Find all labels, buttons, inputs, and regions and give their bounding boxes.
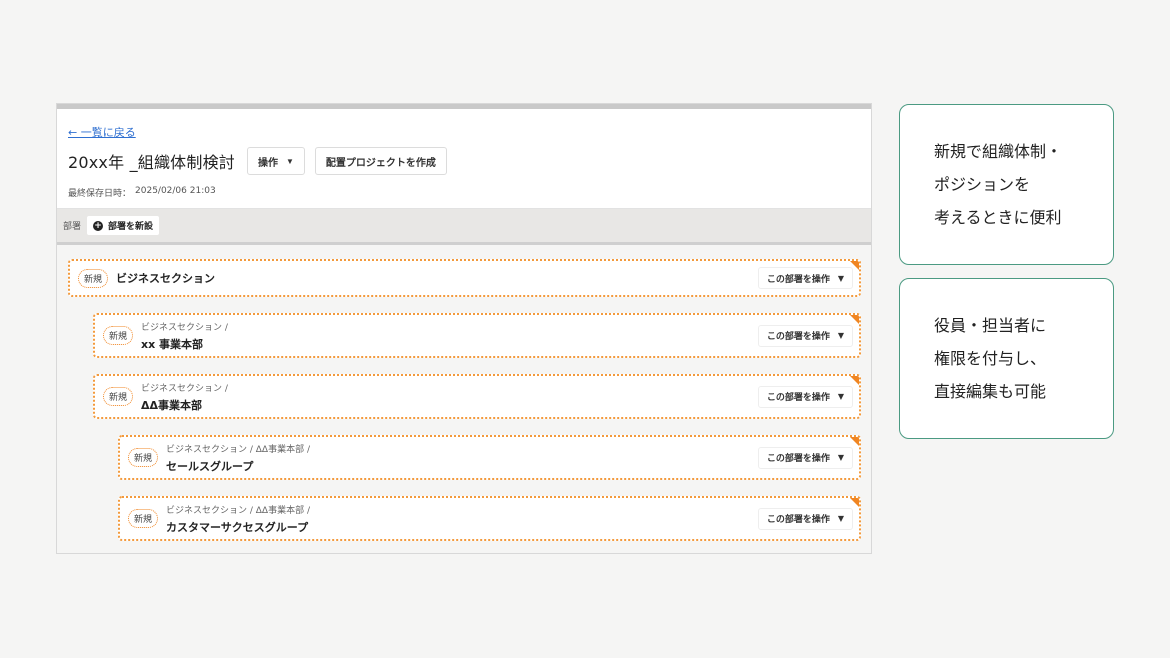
last-saved: 最終保存日時： 2025/02/06 21:03 bbox=[68, 186, 860, 199]
title-row: 20xx年 _組織体制検討 操作 ▼ 配置プロジェクトを作成 bbox=[68, 146, 860, 176]
caret-down-icon: ▼ bbox=[837, 331, 844, 340]
department-name: xx 事業本部 bbox=[141, 337, 204, 351]
corner-marker bbox=[850, 437, 859, 446]
new-badge: 新規 bbox=[78, 268, 109, 288]
last-saved-value: 2025/02/06 21:03 bbox=[135, 186, 216, 196]
department-action-button[interactable]: この部署を操作 ▼ bbox=[757, 446, 853, 469]
create-project-button[interactable]: 配置プロジェクトを作成 bbox=[314, 147, 447, 175]
caret-down-icon: ▼ bbox=[285, 156, 294, 166]
department-breadcrumb: ビジネスセクション / ΔΔ事業本部 / bbox=[166, 444, 310, 455]
feature-text: 新規で組織体制・ ポジションを 考えるときに便利 bbox=[934, 135, 1062, 234]
department-breadcrumb: ビジネスセクション / bbox=[141, 322, 228, 333]
caret-down-icon: ▼ bbox=[837, 453, 844, 462]
plus-circle-icon: + bbox=[93, 220, 104, 231]
department-label: 部署 bbox=[63, 222, 82, 232]
department-action-label: この部署を操作 bbox=[766, 274, 830, 285]
last-saved-label: 最終保存日時： bbox=[68, 189, 132, 199]
new-badge: 新規 bbox=[128, 448, 159, 467]
add-department-label: 部署を新設 bbox=[108, 222, 154, 232]
department-action-label: この部署を操作 bbox=[766, 515, 830, 525]
department-name: カスタマーサクセスグループ bbox=[166, 520, 309, 534]
department-info: ビジネスセクション / ΔΔ事業本部 bbox=[141, 381, 758, 413]
department-action-button[interactable]: この部署を操作 ▼ bbox=[757, 267, 853, 289]
department-action-label: この部署を操作 bbox=[766, 454, 830, 464]
new-badge: 新規 bbox=[103, 326, 134, 345]
department-breadcrumb: ビジネスセクション / ΔΔ事業本部 / bbox=[166, 505, 310, 516]
feature-line: 役員・担当者に bbox=[934, 316, 1047, 335]
department-card[interactable]: 新規 ビジネスセクション この部署を操作 ▼ bbox=[68, 259, 861, 297]
department-breadcrumb: ビジネスセクション / bbox=[141, 383, 228, 394]
department-action-button[interactable]: この部署を操作 ▼ bbox=[757, 507, 853, 530]
operation-dropdown-button[interactable]: 操作 ▼ bbox=[246, 147, 305, 175]
feature-line: 考えるときに便利 bbox=[934, 208, 1062, 227]
feature-line: 権限を付与し、 bbox=[934, 349, 1047, 368]
caret-down-icon: ▼ bbox=[837, 514, 844, 523]
department-name: ビジネスセクション bbox=[116, 272, 216, 285]
department-name: ΔΔ事業本部 bbox=[141, 398, 203, 412]
department-toolbar: 部署 + 部署を新設 bbox=[57, 209, 871, 245]
corner-marker bbox=[850, 498, 859, 507]
feature-callout: 新規で組織体制・ ポジションを 考えるときに便利 bbox=[899, 104, 1114, 265]
department-action-button[interactable]: この部署を操作 ▼ bbox=[757, 324, 853, 347]
department-info: ビジネスセクション bbox=[116, 270, 758, 286]
new-badge: 新規 bbox=[103, 387, 134, 406]
department-action-button[interactable]: この部署を操作 ▼ bbox=[757, 385, 853, 408]
department-card[interactable]: 新規 ビジネスセクション / ΔΔ事業本部 / セールスグループ この部署を操作… bbox=[118, 435, 861, 480]
corner-marker bbox=[850, 261, 859, 270]
department-card[interactable]: 新規 ビジネスセクション / xx 事業本部 この部署を操作 ▼ bbox=[93, 313, 861, 358]
add-department-button[interactable]: + 部署を新設 bbox=[87, 216, 160, 235]
operation-label: 操作 bbox=[257, 157, 278, 169]
department-info: ビジネスセクション / xx 事業本部 bbox=[141, 320, 758, 352]
department-name: セールスグループ bbox=[166, 459, 254, 473]
app-window: ← 一覧に戻る 20xx年 _組織体制検討 操作 ▼ 配置プロジェクトを作成 最… bbox=[56, 103, 872, 554]
department-action-label: この部署を操作 bbox=[766, 393, 830, 403]
corner-marker bbox=[850, 315, 859, 324]
page-header: ← 一覧に戻る 20xx年 _組織体制検討 操作 ▼ 配置プロジェクトを作成 最… bbox=[57, 109, 871, 209]
create-project-label: 配置プロジェクトを作成 bbox=[325, 157, 436, 169]
department-info: ビジネスセクション / ΔΔ事業本部 / カスタマーサクセスグループ bbox=[166, 503, 758, 535]
department-action-label: この部署を操作 bbox=[766, 332, 830, 342]
feature-callout: 役員・担当者に 権限を付与し、 直接編集も可能 bbox=[899, 278, 1114, 439]
feature-text: 役員・担当者に 権限を付与し、 直接編集も可能 bbox=[934, 309, 1046, 408]
caret-down-icon: ▼ bbox=[837, 273, 844, 283]
feature-line: ポジションを bbox=[934, 175, 1031, 194]
department-card[interactable]: 新規 ビジネスセクション / ΔΔ事業本部 / カスタマーサクセスグループ この… bbox=[118, 496, 861, 541]
department-info: ビジネスセクション / ΔΔ事業本部 / セールスグループ bbox=[166, 442, 758, 474]
back-to-list-link[interactable]: ← 一覧に戻る bbox=[68, 124, 136, 140]
feature-line: 新規で組織体制・ bbox=[934, 142, 1063, 161]
caret-down-icon: ▼ bbox=[837, 392, 844, 401]
corner-marker bbox=[850, 376, 859, 385]
new-badge: 新規 bbox=[128, 509, 159, 528]
feature-line: 直接編集も可能 bbox=[934, 382, 1047, 401]
department-card[interactable]: 新規 ビジネスセクション / ΔΔ事業本部 この部署を操作 ▼ bbox=[93, 374, 861, 419]
page-title: 20xx年 _組織体制検討 bbox=[68, 153, 235, 172]
